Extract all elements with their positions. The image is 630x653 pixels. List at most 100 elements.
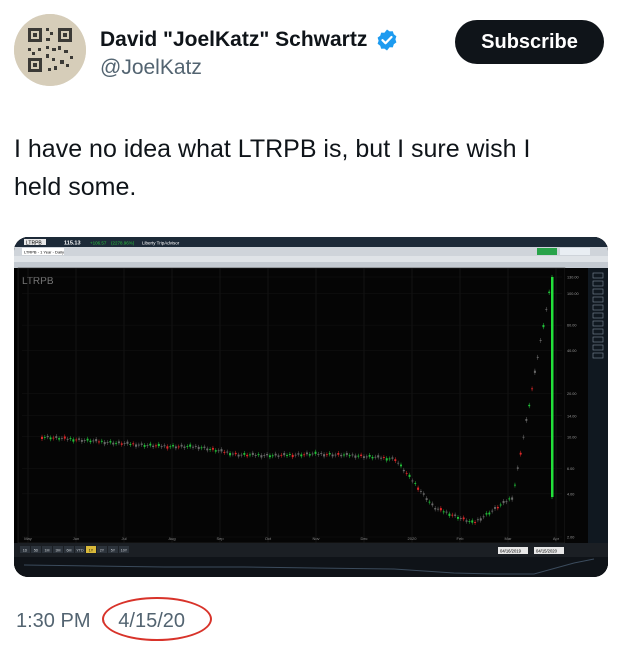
candle-body — [314, 451, 317, 454]
candle-body — [371, 456, 374, 459]
qr-code-avatar-icon — [14, 14, 86, 86]
candle-body — [508, 498, 511, 500]
candle-body — [146, 445, 149, 447]
candle-body — [106, 442, 109, 444]
range-button-label: 10Y — [121, 548, 128, 552]
window-price: 115.13 — [64, 241, 81, 247]
candle-body — [135, 444, 138, 447]
x-tick-label: Aug — [168, 536, 175, 541]
candle-body — [75, 439, 78, 441]
candle-body — [485, 513, 488, 515]
tweet-time: 1:30 PM — [16, 610, 91, 632]
candle-body — [157, 443, 160, 447]
candle-body — [140, 443, 143, 445]
candle-body — [192, 446, 195, 448]
range-button-label: 1D — [23, 548, 28, 552]
candle-body — [399, 464, 402, 467]
window-company: Liberty TripAdvisor — [142, 241, 180, 246]
y-tick-label: 20.00 — [567, 392, 577, 396]
candle-body — [391, 457, 394, 459]
x-tick-label: Nov — [312, 536, 319, 541]
candle-body — [97, 441, 100, 443]
candle-body — [229, 453, 232, 456]
candle-body — [513, 484, 516, 486]
candle-body — [271, 455, 274, 457]
author-handle[interactable]: @JoelKatz — [100, 56, 202, 80]
candle-body — [112, 442, 115, 445]
candle-body — [209, 449, 212, 450]
x-tick-label: 2020 — [408, 536, 418, 541]
candle-body — [428, 501, 431, 503]
candle-body — [86, 438, 89, 441]
candle-body — [266, 453, 269, 456]
candle-body — [100, 440, 103, 442]
y-tick-label: 6.00 — [567, 467, 574, 471]
tweet-text-line-2: held some. — [14, 173, 137, 201]
author-display-name[interactable]: David "JoelKatz" Schwartz — [100, 28, 367, 52]
candle-body — [394, 459, 397, 462]
candle-body — [437, 508, 440, 510]
y-tick-label: 100.00 — [567, 292, 579, 296]
candle-body — [380, 457, 383, 459]
candle-body — [439, 508, 442, 511]
y-tick-label: 40.00 — [567, 349, 577, 353]
candle-body — [305, 452, 308, 455]
y-tick-label: 4.00 — [567, 492, 574, 496]
candle-body — [533, 370, 536, 373]
x-tick-label: Apr — [553, 536, 560, 541]
candle-body — [123, 443, 126, 444]
candle-body — [425, 498, 428, 500]
candle-body — [479, 518, 482, 521]
candle-body — [257, 454, 260, 456]
date-to[interactable]: 04/15/2020 — [536, 549, 558, 554]
candle-body — [78, 438, 81, 440]
candle-body — [499, 504, 502, 506]
window-change: +106.57 — [90, 241, 107, 246]
candle-body — [522, 436, 525, 438]
candle-body — [419, 491, 422, 492]
candle-body — [402, 469, 405, 472]
candle-body — [120, 443, 123, 445]
candle-body — [197, 446, 200, 450]
candle-body — [445, 511, 448, 513]
date-from[interactable]: 04/16/2019 — [500, 549, 522, 554]
tweet-text-line-1: I have no idea what LTRPB is, but I sure… — [14, 135, 531, 163]
candle-body — [388, 458, 391, 460]
candle-body — [385, 458, 388, 461]
range-button-label: 5D — [34, 548, 39, 552]
tweet-media-image[interactable]: LTRPB 115.13 +106.57 (2278.96%) Liberty … — [14, 237, 608, 577]
candle-body — [234, 452, 237, 455]
candle-body — [491, 510, 494, 512]
candle-body — [311, 453, 314, 455]
candle-body — [200, 447, 203, 449]
subscribe-button[interactable]: Subscribe — [455, 20, 604, 64]
candle-body — [63, 436, 66, 439]
candle-body — [203, 446, 206, 448]
candle-body — [129, 444, 132, 445]
candle-body — [351, 454, 354, 456]
candle-body — [468, 521, 471, 522]
avatar[interactable] — [14, 14, 86, 86]
candle-body — [317, 453, 320, 455]
date-annotation-circle — [102, 597, 212, 641]
candle-body — [55, 436, 58, 438]
candle-body — [186, 446, 189, 448]
chart-tab[interactable]: LTRPB - 1 Year - Daily — [24, 249, 64, 254]
candle-body — [172, 445, 175, 447]
candle-body — [408, 474, 411, 477]
candle-body — [488, 512, 491, 515]
candle-body — [354, 455, 357, 458]
candle-body — [345, 452, 348, 456]
candle-body — [348, 455, 351, 457]
candle-body — [300, 454, 303, 457]
candle-body — [180, 444, 183, 447]
candle-body — [248, 454, 251, 456]
x-tick-label: May — [24, 536, 32, 541]
range-button-label: 2Y — [100, 548, 105, 552]
candle-body — [451, 514, 454, 516]
candle-body — [474, 522, 477, 523]
candle-body — [303, 454, 306, 456]
candle-body — [465, 520, 468, 522]
candle-body — [545, 308, 548, 310]
y-tick-label: 10.00 — [567, 435, 577, 439]
